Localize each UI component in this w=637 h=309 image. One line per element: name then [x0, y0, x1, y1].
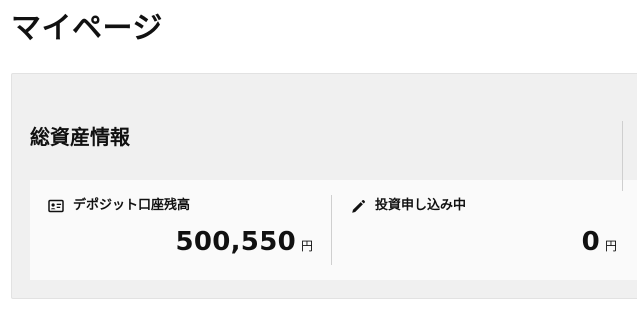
investment-application-header: 投資申し込み中: [350, 197, 466, 215]
deposit-balance-amount: 500,550: [175, 227, 296, 257]
investment-application-unit: 円: [604, 239, 617, 253]
id-card-icon: [48, 199, 64, 213]
investment-application-amount-row: 0 円: [582, 226, 617, 258]
investment-application-amount: 0: [581, 227, 600, 257]
next-card-divider: [622, 121, 623, 191]
deposit-balance-amount-row: 500,550 円: [175, 226, 313, 258]
deposit-balance-header: デポジット口座残高: [48, 197, 190, 215]
investment-application-card: 投資申し込み中 0 円: [332, 180, 635, 280]
pencil-icon: [352, 200, 365, 213]
asset-cards: デポジット口座残高 500,550 円 投資申し込み中 0 円: [30, 180, 637, 280]
total-assets-panel: 総資産情報 デポジット口座残高 500,550 円 投資申し込み中 0 円: [11, 73, 637, 299]
deposit-balance-card: デポジット口座残高 500,550 円: [30, 180, 331, 280]
deposit-balance-label: デポジット口座残高: [73, 198, 191, 213]
investment-application-label: 投資申し込み中: [375, 198, 467, 213]
page-title: マイページ: [11, 11, 163, 46]
deposit-balance-unit: 円: [300, 239, 313, 253]
total-assets-title: 総資産情報: [30, 125, 130, 149]
